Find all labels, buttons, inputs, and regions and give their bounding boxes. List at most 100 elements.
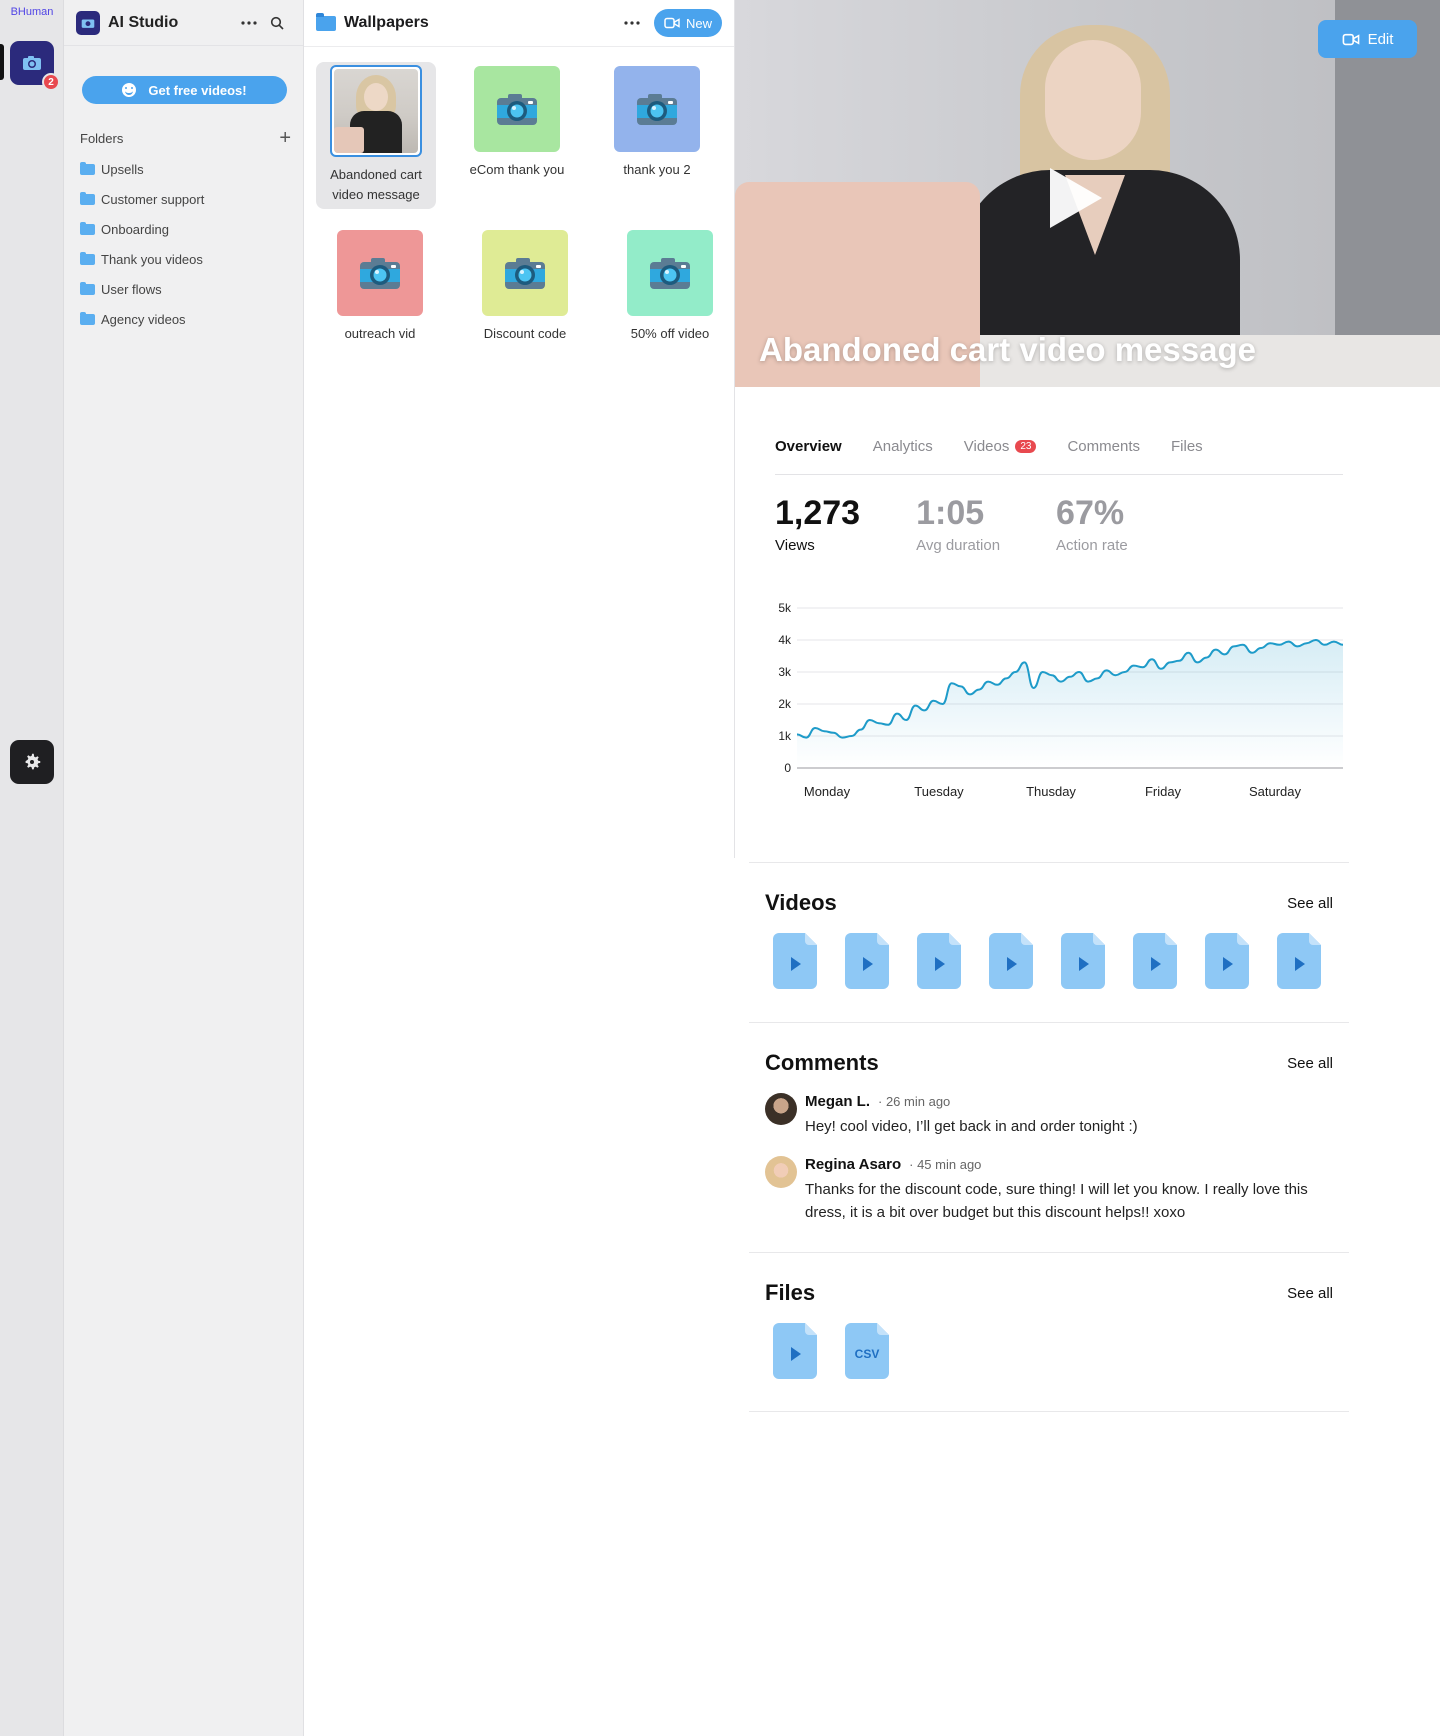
comment-author[interactable]: Megan L. bbox=[805, 1093, 870, 1110]
y-tick-label: 1k bbox=[778, 729, 792, 743]
tile-label: eCom thank you bbox=[469, 162, 565, 177]
tile-thumbnail bbox=[474, 66, 560, 152]
avatar[interactable] bbox=[765, 1156, 797, 1188]
comment-time: · 45 min ago bbox=[909, 1157, 982, 1172]
video-file[interactable] bbox=[1061, 933, 1105, 989]
comments-section-header: Comments See all bbox=[749, 1043, 1349, 1083]
tab-overview[interactable]: Overview bbox=[775, 438, 842, 474]
video-tile[interactable]: Discount code bbox=[465, 230, 585, 344]
folders-header: Folders + bbox=[64, 126, 303, 150]
section-title: Files bbox=[765, 1280, 816, 1305]
camera-icon bbox=[81, 19, 95, 28]
avatar[interactable] bbox=[765, 1093, 797, 1125]
presenter-photo bbox=[334, 69, 418, 153]
folder-item[interactable]: Customer support bbox=[64, 184, 303, 214]
video-tile[interactable]: Abandoned cart video message bbox=[316, 62, 436, 209]
rail-brand[interactable]: BHuman bbox=[0, 6, 64, 18]
comment-item: Megan L. · 26 min ago Hey! cool video, I’… bbox=[749, 1083, 1349, 1138]
detail-tabs: Overview Analytics Videos 23 Comments Fil… bbox=[775, 438, 1343, 475]
folder-item[interactable]: Agency videos bbox=[64, 304, 303, 334]
search-icon bbox=[270, 16, 284, 30]
video-file[interactable] bbox=[989, 933, 1033, 989]
tab-videos[interactable]: Videos 23 bbox=[964, 438, 1037, 474]
tab-analytics[interactable]: Analytics bbox=[873, 438, 933, 474]
video-file[interactable] bbox=[1133, 933, 1177, 989]
tile-label: outreach vid bbox=[344, 326, 416, 341]
folder-contents-panel: Wallpapers New Abandoned cart video mess… bbox=[304, 0, 735, 858]
smiley-icon bbox=[122, 83, 137, 97]
video-camera-icon bbox=[1342, 33, 1359, 45]
folder-icon bbox=[80, 311, 95, 325]
views-chart: 0 1k 2k 3k 4k 5k Monday Tuesday Thusday Friday Sat… bbox=[778, 601, 1344, 799]
video-file[interactable] bbox=[1205, 933, 1249, 989]
folder-item[interactable]: Onboarding bbox=[64, 214, 303, 244]
camera-icon bbox=[360, 258, 400, 289]
video-tile[interactable]: outreach vid bbox=[320, 230, 440, 344]
folder-item[interactable]: Thank you videos bbox=[64, 244, 303, 274]
comment-item: Regina Asaro · 45 min ago Thanks for the … bbox=[749, 1138, 1349, 1224]
new-video-button[interactable]: New bbox=[653, 9, 722, 37]
tab-comments[interactable]: Comments bbox=[1067, 438, 1140, 474]
x-tick-label: Tuesday bbox=[914, 784, 964, 799]
files-section: Files See all CSV bbox=[749, 1252, 1349, 1412]
tab-label: Comments bbox=[1067, 438, 1140, 455]
see-all-comments-link[interactable]: See all bbox=[1287, 1055, 1333, 1072]
more-horizontal-icon bbox=[624, 21, 640, 25]
comment-author[interactable]: Regina Asaro bbox=[805, 1156, 901, 1173]
stat-value: 1:05 bbox=[916, 494, 985, 532]
see-all-videos-link[interactable]: See all bbox=[1287, 895, 1333, 912]
add-folder-button[interactable]: + bbox=[279, 128, 291, 148]
folder-item[interactable]: Upsells bbox=[64, 154, 303, 184]
video-title: Abandoned cart video message bbox=[759, 331, 1256, 368]
see-all-files-link[interactable]: See all bbox=[1287, 1285, 1333, 1302]
more-options-button[interactable] bbox=[235, 9, 263, 37]
videos-count-badge: 23 bbox=[1015, 440, 1037, 453]
videos-section-header: Videos See all bbox=[749, 883, 1349, 923]
tile-thumbnail bbox=[482, 230, 568, 316]
edit-button[interactable]: Edit bbox=[1318, 20, 1417, 58]
video-file[interactable] bbox=[773, 1323, 817, 1379]
app-title: AI Studio bbox=[108, 13, 179, 31]
video-tile[interactable]: thank you 2 bbox=[597, 66, 717, 180]
video-file-icon bbox=[1277, 933, 1321, 989]
tab-label: Analytics bbox=[872, 438, 933, 455]
video-file[interactable] bbox=[845, 933, 889, 989]
video-file-icon bbox=[917, 933, 961, 989]
tab-label: Files bbox=[1171, 438, 1203, 455]
y-tick-label: 5k bbox=[778, 601, 792, 615]
stat-label: Views bbox=[775, 537, 815, 554]
y-tick-label: 4k bbox=[778, 633, 792, 647]
files-section-header: Files See all bbox=[749, 1273, 1349, 1313]
video-file-icon bbox=[1205, 933, 1249, 989]
video-tile[interactable]: 50% off video bbox=[610, 230, 730, 344]
settings-button[interactable] bbox=[10, 740, 54, 784]
csv-file[interactable]: CSV bbox=[845, 1323, 889, 1379]
folder-header: Wallpapers New bbox=[304, 0, 734, 47]
notification-badge: 2 bbox=[42, 73, 60, 91]
video-file-icon bbox=[1061, 933, 1105, 989]
folder-label: Onboarding bbox=[101, 221, 169, 237]
tab-files[interactable]: Files bbox=[1171, 438, 1203, 474]
search-button[interactable] bbox=[263, 9, 291, 37]
tile-selection: Abandoned cart video message bbox=[316, 62, 436, 209]
rail-app-ai-studio[interactable]: 2 bbox=[10, 41, 60, 91]
camera-icon bbox=[23, 56, 41, 70]
video-player[interactable]: Edit Abandoned cart video message bbox=[735, 0, 1440, 387]
folder-more-button[interactable] bbox=[618, 9, 646, 37]
folder-item[interactable]: User flows bbox=[64, 274, 303, 304]
video-tile[interactable]: eCom thank you bbox=[457, 66, 577, 180]
camera-icon bbox=[505, 258, 545, 289]
video-file-icon bbox=[773, 933, 817, 989]
video-file[interactable] bbox=[917, 933, 961, 989]
video-file[interactable] bbox=[1277, 933, 1321, 989]
video-file[interactable] bbox=[773, 933, 817, 989]
sidebar: AI Studio Get free videos! Folders + Ups… bbox=[64, 0, 304, 1736]
get-free-videos-button[interactable]: Get free videos! bbox=[82, 76, 287, 104]
stat-label: Action rate bbox=[1056, 537, 1128, 554]
play-icon[interactable] bbox=[1050, 168, 1102, 228]
video-file-icon bbox=[989, 933, 1033, 989]
tile-thumbnail bbox=[614, 66, 700, 152]
stat-views: 1,273 Views bbox=[775, 494, 860, 554]
sidebar-header: AI Studio bbox=[64, 0, 303, 46]
tab-label: Videos bbox=[963, 438, 1010, 455]
